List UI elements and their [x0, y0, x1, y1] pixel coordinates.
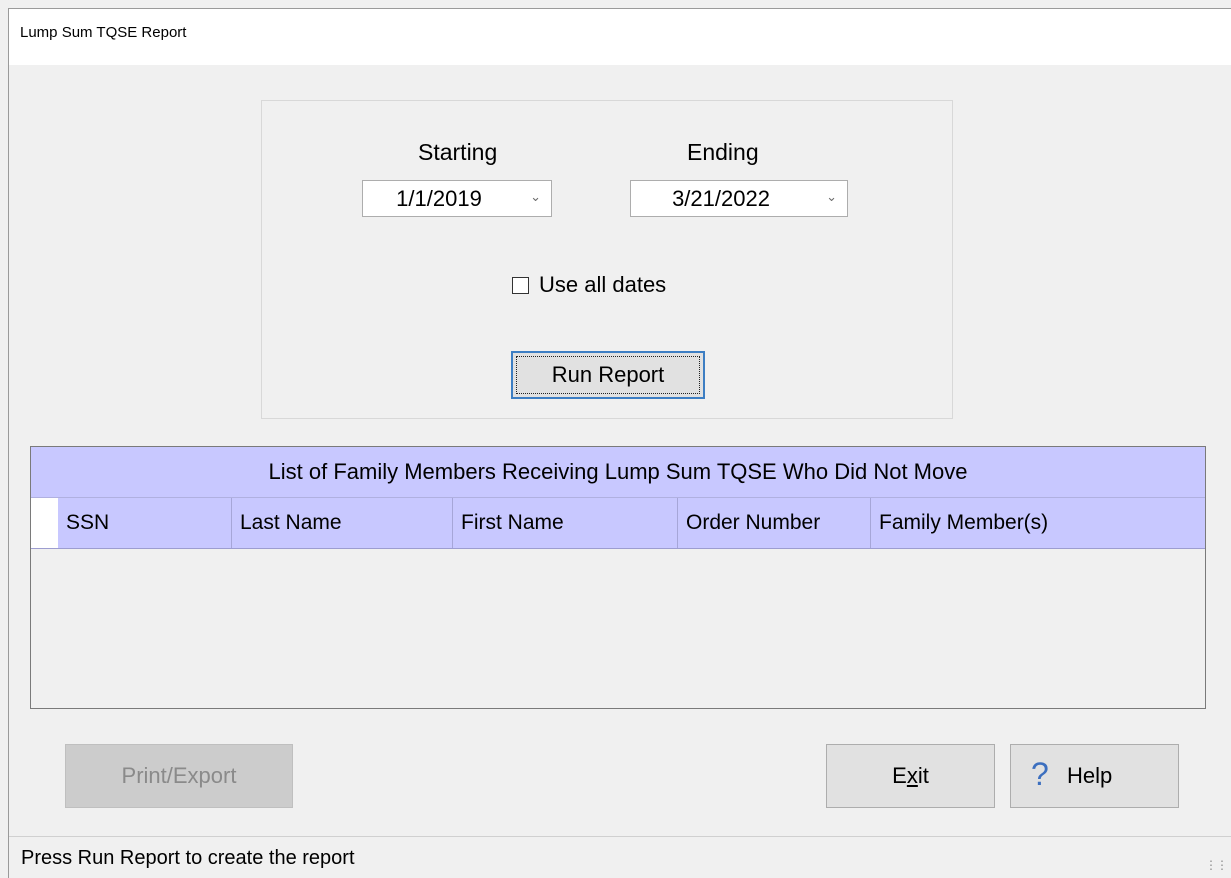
grid-caption: List of Family Members Receiving Lump Su… [31, 447, 1205, 498]
ending-label: Ending [687, 139, 759, 165]
starting-label: Starting [418, 139, 498, 165]
column-header-first-name[interactable]: First Name [453, 498, 678, 548]
ending-date-value: 3/21/2022 [672, 186, 770, 211]
chevron-down-icon[interactable]: ⌄ [530, 189, 541, 205]
report-window: Lump Sum TQSE Report Starting Ending 1/1… [8, 8, 1231, 878]
ending-date-picker[interactable]: 3/21/2022 ⌄ [630, 180, 848, 217]
focus-ring [516, 356, 700, 394]
help-button[interactable]: ? Help [1010, 744, 1179, 808]
resize-grip-icon[interactable]: ⋮⋮ [1205, 858, 1228, 872]
starting-date-picker[interactable]: 1/1/2019 ⌄ [362, 180, 552, 217]
column-header-ssn[interactable]: SSN [58, 498, 232, 548]
exit-label-part: it [917, 763, 929, 788]
family-members-grid[interactable]: List of Family Members Receiving Lump Su… [30, 446, 1206, 709]
question-mark-icon: ? [1031, 756, 1049, 792]
help-label: Help [1067, 763, 1113, 788]
window-title: Lump Sum TQSE Report [20, 24, 187, 41]
title-bar: Lump Sum TQSE Report [9, 9, 1231, 65]
chevron-down-icon[interactable]: ⌄ [826, 189, 837, 205]
date-range-panel: Starting Ending 1/1/2019 ⌄ 3/21/2022 ⌄ U… [261, 100, 953, 419]
column-header-last-name[interactable]: Last Name [232, 498, 453, 548]
row-header-cell[interactable] [31, 498, 58, 548]
status-bar-text: Press Run Report to create the report [21, 847, 355, 869]
column-header-family-members[interactable]: Family Member(s) [871, 498, 1205, 548]
starting-date-value: 1/1/2019 [396, 186, 482, 211]
exit-mnemonic: x [906, 763, 918, 788]
status-separator [9, 836, 1231, 837]
column-header-order-number[interactable]: Order Number [678, 498, 871, 548]
use-all-dates-checkbox[interactable] [512, 277, 529, 294]
use-all-dates-label[interactable]: Use all dates [539, 272, 666, 298]
exit-button[interactable]: Exit [826, 744, 995, 808]
exit-label-part: E [892, 763, 907, 788]
print-export-button[interactable]: Print/Export [65, 744, 293, 808]
run-report-button[interactable]: Run Report [511, 351, 705, 399]
grid-header-row: SSN Last Name First Name Order Number Fa… [31, 498, 1205, 549]
